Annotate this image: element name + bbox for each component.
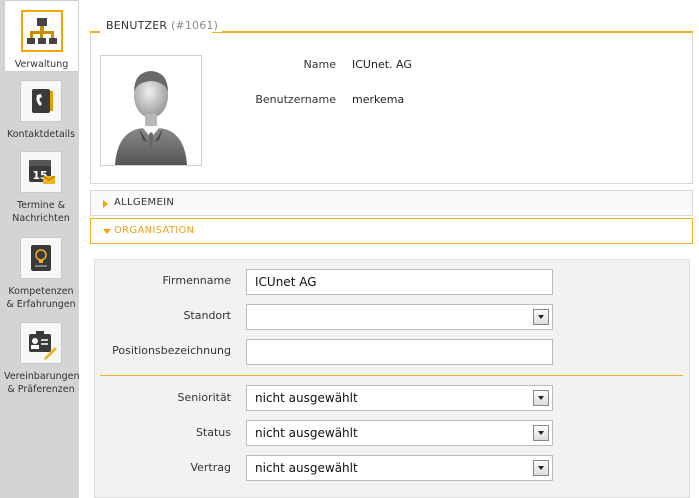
status-select[interactable]: nicht ausgewählt [246,420,553,446]
sidebar-item-termine[interactable]: 15 Termine & Nachrichten [4,151,78,231]
firmenname-input[interactable]: ICUnet AG [246,269,553,295]
standort-label: Standort [183,309,231,322]
panel-title: BENUTZER [106,19,168,32]
chevron-down-icon[interactable] [533,309,549,325]
vertrag-label: Vertrag [190,461,231,474]
name-value: ICUnet. AG [352,58,412,71]
agreement-card-icon [20,322,62,364]
senioritaet-select[interactable]: nicht ausgewählt [246,385,553,411]
firmenname-label: Firmenname [162,274,231,287]
skills-book-icon [20,237,62,279]
sidebar-item-vereinbarungen[interactable]: Vereinbarungen & Präferenzen [4,322,80,402]
org-chart-icon [20,10,63,52]
sidebar: Verwaltung Kontaktdetails 15 Termine & N… [0,0,80,498]
positionsbezeichnung-label: Positionsbezeichnung [112,344,231,357]
sidebar-item-label: Verwaltung [14,59,69,70]
caret-right-icon [103,200,108,208]
senioritaet-label: Seniorität [177,391,231,404]
chevron-down-icon[interactable] [533,390,549,406]
form-divider [100,375,683,376]
positionsbezeichnung-input[interactable] [246,339,553,365]
section-title: ALLGEMEIN [114,197,175,208]
sidebar-item-label: Kontaktdetails [6,129,75,140]
username-value: merkema [352,93,405,106]
vertrag-value: nicht ausgewählt [255,461,358,475]
username-label: Benutzername [255,93,336,106]
standort-select[interactable] [246,304,553,330]
section-allgemein-header[interactable]: ALLGEMEIN [90,190,693,216]
vertrag-select[interactable]: nicht ausgewählt [246,455,553,481]
sidebar-item-label: Termine & Nachrichten [12,200,70,224]
user-avatar-icon [100,55,202,166]
sidebar-item-kontaktdetails[interactable]: Kontaktdetails [4,80,78,146]
user-id: (#1061) [170,19,219,32]
caret-down-icon [103,229,111,234]
name-label: Name [303,58,336,71]
section-organisation-header[interactable]: ORGANISATION [90,218,693,244]
status-label: Status [195,426,231,439]
panel-legend: BENUTZER (#1061) [102,19,223,32]
sidebar-item-label: Vereinbarungen & Präferenzen [4,371,80,395]
contact-book-icon [20,80,62,122]
section-title: ORGANISATION [114,225,195,236]
senioritaet-value: nicht ausgewählt [255,391,358,405]
calendar-icon: 15 [20,151,62,193]
chevron-down-icon[interactable] [533,425,549,441]
status-value: nicht ausgewählt [255,426,358,440]
sidebar-item-kompetenzen[interactable]: Kompetenzen & Erfahrungen [4,237,78,317]
sidebar-item-label: Kompetenzen & Erfahrungen [6,286,76,310]
chevron-down-icon[interactable] [533,460,549,476]
sidebar-item-verwaltung[interactable]: Verwaltung [4,0,78,72]
